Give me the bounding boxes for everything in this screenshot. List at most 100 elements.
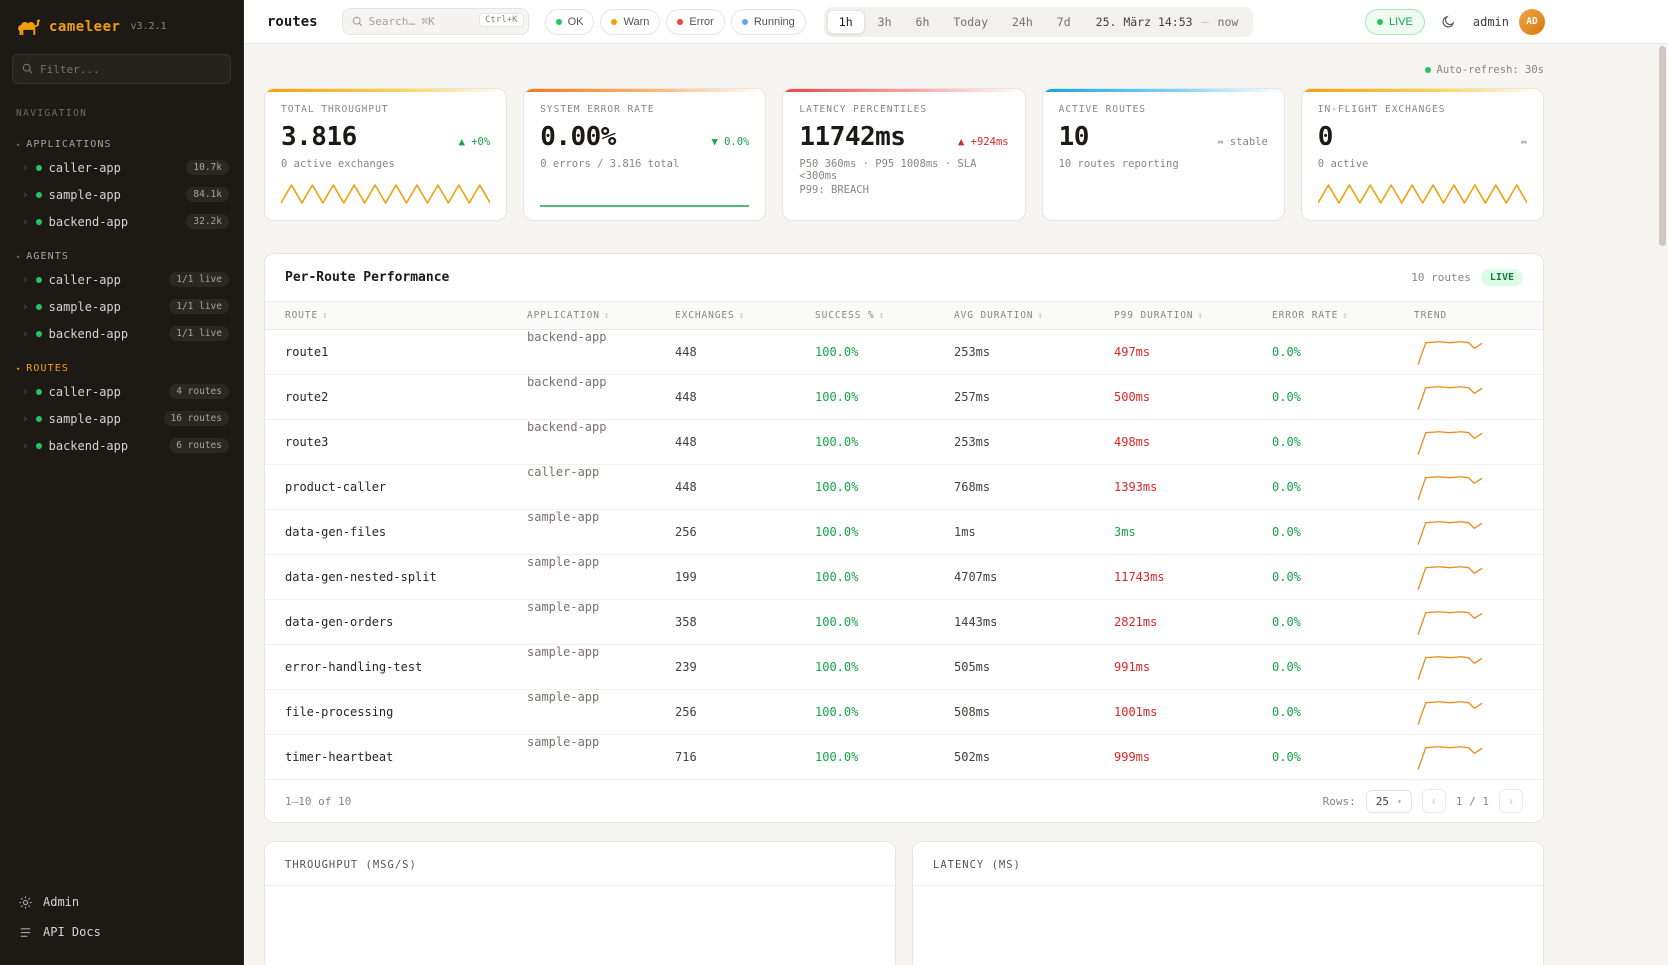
cell-avg-duration: 253ms [954, 345, 1114, 359]
kpi-active-routes: ACTIVE ROUTES 10 ⇔ stable 10 routes repo… [1042, 88, 1285, 221]
chevron-right-icon: › [22, 188, 29, 201]
cell-application: sample-app [527, 735, 675, 779]
sidebar-item-routes-caller-app[interactable]: › caller-app 4 routes [0, 378, 243, 405]
sidebar-item-routes-backend-app[interactable]: › backend-app 6 routes [0, 432, 243, 459]
table-row[interactable]: product-caller caller-app 448 100.0% 768… [265, 465, 1543, 510]
routes-count-badge: 6 routes [169, 438, 229, 453]
cell-application: backend-app [527, 330, 675, 374]
kpi-delta: ▲ +0% [459, 136, 491, 148]
sidebar-filter-input[interactable] [12, 54, 231, 84]
rows-per-page-select[interactable]: 25 ▾ [1366, 790, 1412, 813]
table-row[interactable]: timer-heartbeat sample-app 716 100.0% 50… [265, 735, 1543, 780]
range-button-today[interactable]: Today [942, 10, 999, 34]
range-button-3h[interactable]: 3h [867, 10, 903, 34]
live-toggle[interactable]: LIVE [1365, 9, 1425, 35]
table-row[interactable]: route2 backend-app 448 100.0% 257ms 500m… [265, 375, 1543, 420]
cell-application: backend-app [527, 420, 675, 464]
page-title: routes [267, 14, 318, 30]
column-header-error-rate[interactable]: ERROR RATE↕ [1272, 310, 1414, 321]
sidebar-item-caller-app[interactable]: › caller-app 10.7k [0, 154, 243, 181]
sidebar-item-admin[interactable]: Admin [8, 887, 235, 917]
cell-p99-duration: 498ms [1114, 435, 1272, 449]
column-header-route[interactable]: ROUTE↕ [285, 310, 527, 321]
navigation-label: NAVIGATION [16, 108, 227, 119]
cell-avg-duration: 502ms [954, 750, 1114, 764]
sidebar-item-agent-caller-app[interactable]: › caller-app 1/1 live [0, 266, 243, 293]
table-row[interactable]: route3 backend-app 448 100.0% 253ms 498m… [265, 420, 1543, 465]
cell-p99-duration: 500ms [1114, 390, 1272, 404]
table-row[interactable]: data-gen-nested-split sample-app 199 100… [265, 555, 1543, 600]
gear-icon [18, 895, 33, 910]
range-button-24h[interactable]: 24h [1001, 10, 1044, 34]
column-header-trend: TREND [1414, 310, 1523, 321]
logo[interactable]: cameleer v3.2.1 [0, 0, 243, 48]
moon-icon [1441, 14, 1456, 29]
caret-down-icon: ▾ [16, 365, 20, 373]
refresh-status-dot [1425, 67, 1431, 73]
scrollbar-thumb[interactable] [1659, 46, 1666, 246]
dark-mode-toggle[interactable] [1435, 8, 1463, 36]
cell-error-rate: 0.0% [1272, 345, 1414, 359]
sidebar-item-backend-app[interactable]: › backend-app 32.2k [0, 208, 243, 235]
sidebar-item-api-docs[interactable]: API Docs [8, 917, 235, 947]
trend-sparkline [1414, 473, 1523, 501]
count-badge: 32.2k [186, 214, 229, 229]
table-row[interactable]: route1 backend-app 448 100.0% 253ms 497m… [265, 330, 1543, 375]
filter-chip-warn[interactable]: Warn [600, 9, 660, 35]
warn-status-dot [611, 19, 617, 25]
sidebar-item-routes-sample-app[interactable]: › sample-app 16 routes [0, 405, 243, 432]
sparkline [1318, 177, 1527, 211]
sort-icon: ↕ [604, 311, 610, 321]
cell-route: file-processing [285, 705, 527, 719]
panel-title: Per-Route Performance [285, 270, 449, 285]
filter-chip-ok[interactable]: OK [545, 9, 595, 35]
range-button-6h[interactable]: 6h [905, 10, 941, 34]
live-badge: 1/1 live [169, 272, 229, 287]
table-row[interactable]: data-gen-files sample-app 256 100.0% 1ms… [265, 510, 1543, 555]
column-header-avg-duration[interactable]: AVG DURATION↕ [954, 310, 1114, 321]
routes-count-badge: 4 routes [169, 384, 229, 399]
latency-chart-panel: LATENCY (MS) [912, 841, 1544, 965]
column-header-application[interactable]: APPLICATION↕ [527, 310, 675, 321]
cell-route: timer-heartbeat [285, 750, 527, 764]
sidebar-item-agent-backend-app[interactable]: › backend-app 1/1 live [0, 320, 243, 347]
column-header-p99-duration[interactable]: P99 DURATION↕ [1114, 310, 1272, 321]
table-row[interactable]: data-gen-orders sample-app 358 100.0% 14… [265, 600, 1543, 645]
kpi-value: 0 [1318, 122, 1333, 152]
filter-chip-running[interactable]: Running [731, 9, 806, 35]
cell-avg-duration: 257ms [954, 390, 1114, 404]
chevron-right-icon: › [22, 385, 29, 398]
trend-sparkline [1414, 743, 1523, 771]
status-dot [36, 331, 42, 337]
search-icon [351, 15, 364, 28]
p99-breach-label: P99: BREACH [799, 184, 1008, 196]
scrollbar[interactable] [1659, 46, 1666, 961]
cell-exchanges: 256 [675, 525, 815, 539]
date-range-display[interactable]: 25. März 14:53 — now [1084, 15, 1251, 29]
next-page-button[interactable]: › [1499, 789, 1523, 813]
cell-exchanges: 239 [675, 660, 815, 674]
trend-sparkline [1414, 698, 1523, 726]
section-header-agents[interactable]: ▾ AGENTS [0, 247, 243, 266]
table-row[interactable]: file-processing sample-app 256 100.0% 50… [265, 690, 1543, 735]
range-button-7d[interactable]: 7d [1046, 10, 1082, 34]
sidebar-item-agent-sample-app[interactable]: › sample-app 1/1 live [0, 293, 243, 320]
column-header-success[interactable]: SUCCESS %↕ [815, 310, 954, 321]
cell-route: data-gen-orders [285, 615, 527, 629]
cell-error-rate: 0.0% [1272, 435, 1414, 449]
kpi-delta: ⇔ stable [1217, 136, 1268, 148]
prev-page-button[interactable]: ‹ [1422, 789, 1446, 813]
camel-logo-icon [16, 17, 41, 36]
section-header-applications[interactable]: ▾ APPLICATIONS [0, 135, 243, 154]
page-indicator: 1 / 1 [1456, 795, 1489, 808]
table-row[interactable]: error-handling-test sample-app 239 100.0… [265, 645, 1543, 690]
sidebar-item-sample-app[interactable]: › sample-app 84.1k [0, 181, 243, 208]
avatar[interactable]: AD [1519, 9, 1545, 35]
column-header-exchanges[interactable]: EXCHANGES↕ [675, 310, 815, 321]
range-button-1h[interactable]: 1h [827, 10, 865, 34]
sort-icon: ↕ [739, 311, 745, 321]
section-header-routes[interactable]: ▾ ROUTES [0, 359, 243, 378]
cell-exchanges: 448 [675, 345, 815, 359]
filter-chip-error[interactable]: Error [666, 9, 724, 35]
cell-avg-duration: 1443ms [954, 615, 1114, 629]
